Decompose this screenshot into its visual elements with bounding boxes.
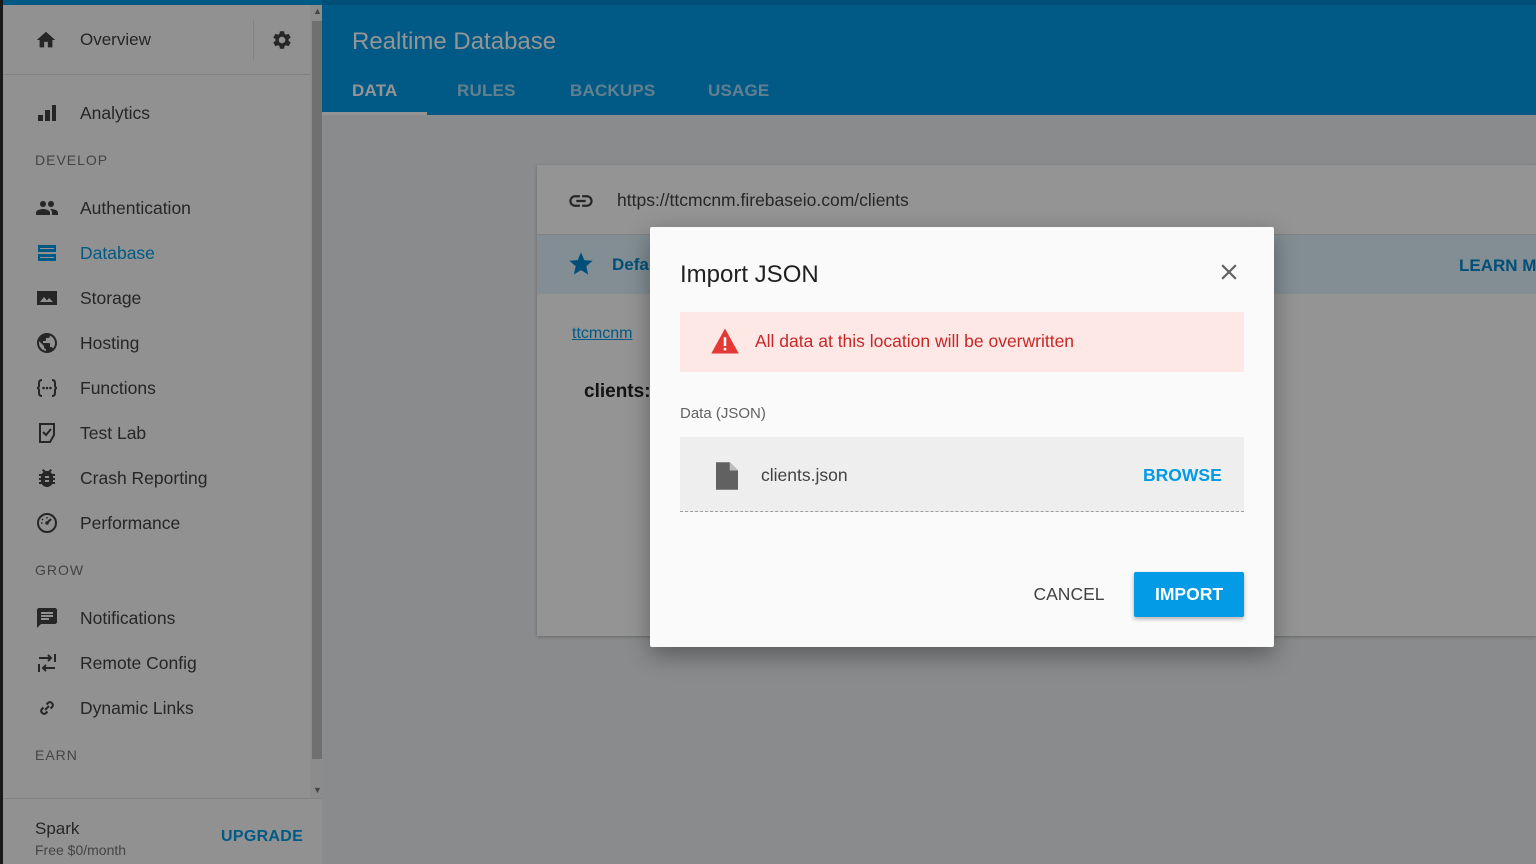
field-label: Data (JSON): [680, 405, 766, 422]
import-json-dialog: Import JSON All data at this location wi…: [650, 227, 1274, 647]
file-icon: [716, 462, 738, 490]
file-name: clients.json: [761, 465, 848, 485]
import-button[interactable]: IMPORT: [1134, 572, 1244, 617]
browse-button[interactable]: BROWSE: [1143, 465, 1222, 486]
cancel-button[interactable]: CANCEL: [1017, 572, 1121, 616]
warning-icon: [711, 328, 739, 354]
file-picker[interactable]: clients.json BROWSE: [680, 437, 1244, 512]
warning-banner: All data at this location will be overwr…: [680, 312, 1244, 372]
warning-text: All data at this location will be overwr…: [755, 331, 1075, 351]
dialog-title: Import JSON: [680, 261, 819, 288]
close-icon[interactable]: [1216, 259, 1242, 285]
